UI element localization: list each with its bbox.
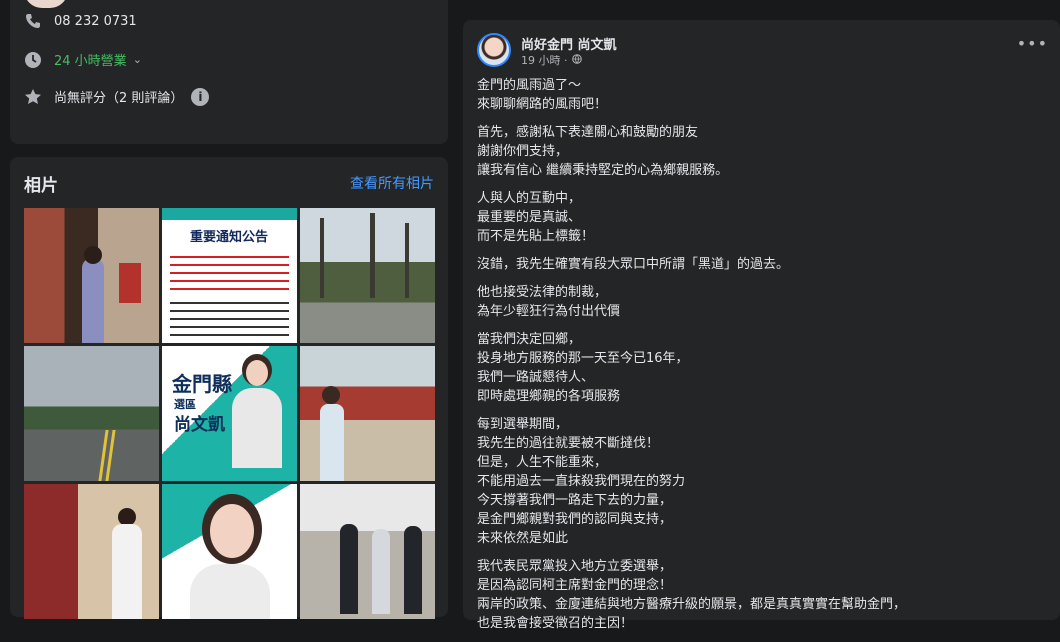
photo-thumbnail[interactable]: 重要通知公告: [162, 208, 297, 343]
photo-thumbnail[interactable]: [300, 346, 435, 481]
photo-thumbnail[interactable]: 金門縣 選區 尚文凱: [162, 346, 297, 481]
see-all-photos-link[interactable]: 查看所有相片: [350, 173, 434, 193]
notice-title: 重要通知公告: [190, 230, 269, 245]
post-paragraph: 金門的風雨過了～ 來聊聊網路的風雨吧！: [477, 78, 608, 112]
post-paragraph: 首先，感謝私下表達關心和鼓勵的朋友 謝謝你們支持， 讓我有信心 繼續秉持堅定的心…: [477, 125, 729, 178]
page-info-card: 08 232 0731 24 小時營業 ⌄ 尚無評分（2 則評論） i: [10, 0, 448, 144]
phone-number[interactable]: 08 232 0731: [54, 14, 137, 29]
post-paragraph: 沒錯，我先生確實有段大眾口中所謂「黑道」的過去。: [477, 257, 790, 272]
poster-county: 金門縣: [172, 372, 232, 396]
photo-thumbnail[interactable]: [24, 484, 159, 619]
clock-icon: [24, 51, 42, 69]
photo-thumbnail[interactable]: [300, 484, 435, 619]
profile-avatar[interactable]: [24, 0, 68, 8]
post-meta: 19 小時 ·: [521, 52, 582, 68]
photo-grid: 重要通知公告 金門縣 選區 尚文凱: [24, 208, 435, 619]
rating-text: 尚無評分（2 則評論）: [54, 91, 184, 106]
post-body: 金門的風雨過了～ 來聊聊網路的風雨吧！ 首先，感謝私下表達關心和鼓勵的朋友 謝謝…: [477, 76, 1047, 642]
info-icon[interactable]: i: [191, 87, 210, 106]
post-paragraph: 人與人的互動中， 最重要的是真誠、 而不是先貼上標籤！: [477, 191, 595, 244]
post-paragraph: 當我們決定回鄉， 投身地方服務的那一天至今已16年， 我們一路誠懇待人、 即時處…: [477, 332, 689, 404]
photo-thumbnail[interactable]: [162, 484, 297, 619]
photo-thumbnail[interactable]: [24, 346, 159, 481]
phone-icon: [24, 12, 42, 30]
photo-thumbnail[interactable]: [24, 208, 159, 343]
poster-name: 尚文凱: [174, 415, 225, 435]
post-author[interactable]: 尚好金門 尚文凱: [521, 34, 617, 53]
post-card: 尚好金門 尚文凱 19 小時 · ••• 金門的風雨過了～ 來聊聊網路的風雨吧！…: [463, 20, 1060, 631]
star-icon: [24, 88, 42, 106]
rating-row: 尚無評分（2 則評論） i: [24, 87, 210, 106]
chevron-down-icon[interactable]: ⌄: [133, 53, 142, 66]
post-time[interactable]: 19 小時 ·: [521, 52, 568, 68]
post-paragraph: 他也接受法律的制裁， 為年少輕狂行為付出代價: [477, 285, 621, 319]
post-paragraph: 我代表民眾黨投入地方立委選舉， 是因為認同柯主席對金門的理念！ 兩岸的政策、金廈…: [477, 559, 907, 631]
post-paragraph: 每到選舉期間， 我先生的過往就要被不斷撻伐！ 但是，人生不能重來， 不能用過去一…: [477, 417, 686, 546]
author-avatar[interactable]: [477, 33, 511, 67]
photos-card: 相片 查看所有相片 重要通知公告 金門縣 選區 尚文凱: [10, 157, 448, 619]
photo-thumbnail[interactable]: [300, 208, 435, 343]
globe-icon: [571, 53, 582, 67]
hours-row[interactable]: 24 小時營業 ⌄: [24, 50, 142, 69]
hours-label: 24 小時營業: [54, 54, 127, 69]
phone-row: 08 232 0731: [24, 12, 137, 30]
photos-title: 相片: [24, 176, 58, 196]
more-options-icon[interactable]: •••: [1017, 34, 1048, 53]
